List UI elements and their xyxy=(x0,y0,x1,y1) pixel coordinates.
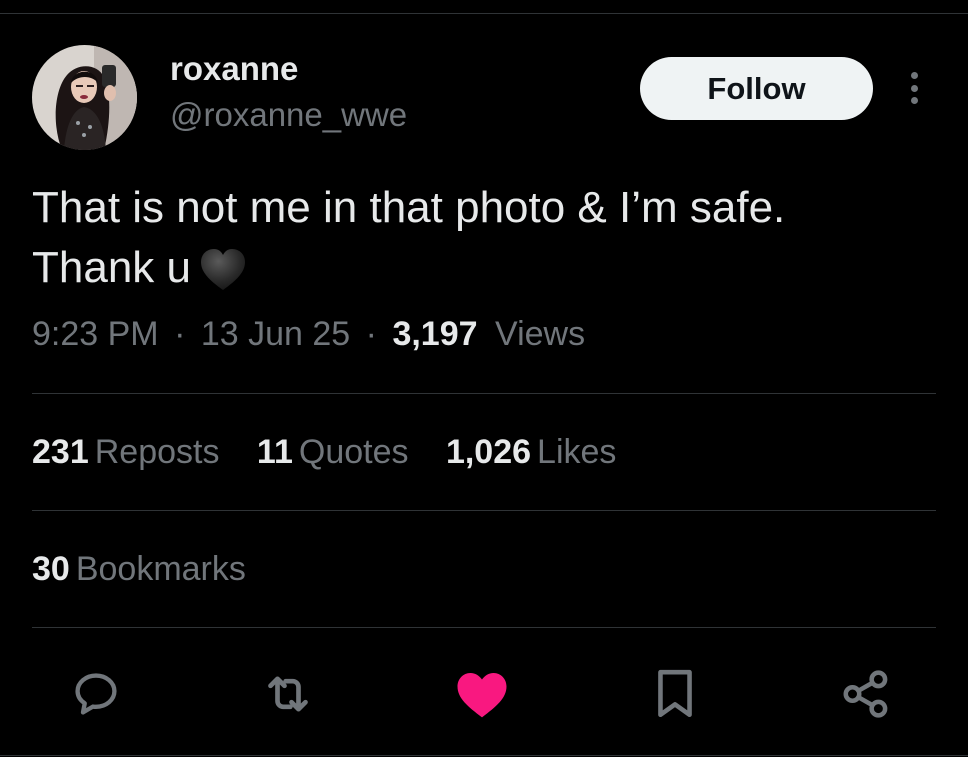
black-heart-emoji-icon xyxy=(199,248,247,308)
heart-icon[interactable] xyxy=(454,666,510,722)
engagement-stats: 231 Reposts 11 Quotes 1,026 Likes xyxy=(32,433,644,472)
reposts-count: 231 xyxy=(32,433,89,471)
likes-count: 1,026 xyxy=(445,433,532,471)
more-dot xyxy=(910,84,918,92)
reposts-label: Reposts xyxy=(94,433,220,471)
quotes-label: Quotes xyxy=(298,433,409,471)
tweet-line-1: That is not me in that photo & I’m safe. xyxy=(32,183,786,232)
share-icon[interactable] xyxy=(838,666,894,722)
display-name[interactable]: roxanne xyxy=(170,50,298,88)
tweet-line-2-text: Thank u xyxy=(32,243,191,292)
user-handle[interactable]: @roxanne_wwe xyxy=(170,96,407,134)
bottom-divider xyxy=(0,755,968,756)
views-label: Views xyxy=(495,315,586,353)
more-options-icon[interactable] xyxy=(899,68,929,108)
likes-label: Likes xyxy=(537,433,617,471)
tweet-text: That is not me in that photo & I’m safe.… xyxy=(32,178,932,308)
reply-icon[interactable] xyxy=(68,666,124,722)
tweet-meta: 9:23 PM · 13 Jun 25 · 3,197 Views xyxy=(32,315,585,354)
more-dot xyxy=(910,97,918,104)
repost-icon[interactable] xyxy=(260,666,316,722)
likes-stat[interactable]: 1,026 Likes xyxy=(446,433,616,472)
meta-separator: · xyxy=(174,315,186,353)
follow-button[interactable]: Follow xyxy=(640,57,873,120)
quotes-stat[interactable]: 11 Quotes xyxy=(257,433,409,472)
meta-separator: · xyxy=(365,315,377,353)
profile-photo-icon xyxy=(32,45,137,150)
divider xyxy=(32,393,936,394)
reposts-stat[interactable]: 231 Reposts xyxy=(32,433,219,472)
tweet-time[interactable]: 9:23 PM xyxy=(32,315,159,353)
bookmarks-count: 30 xyxy=(32,550,70,588)
bookmarks-stat[interactable]: 30 Bookmarks xyxy=(32,550,246,589)
bookmarks-label: Bookmarks xyxy=(75,550,246,588)
top-divider xyxy=(0,13,968,14)
bookmark-icon[interactable] xyxy=(647,666,703,722)
tweet-date[interactable]: 13 Jun 25 xyxy=(201,315,350,353)
tweet-line-2: Thank u xyxy=(32,238,932,308)
more-dot xyxy=(910,72,918,79)
views-count: 3,197 xyxy=(392,315,478,353)
tweet-detail-view: roxanne @roxanne_wwe Follow That is not … xyxy=(0,0,968,757)
divider xyxy=(32,510,936,511)
quotes-count: 11 xyxy=(256,433,293,471)
avatar[interactable] xyxy=(32,45,137,150)
divider xyxy=(32,627,936,628)
